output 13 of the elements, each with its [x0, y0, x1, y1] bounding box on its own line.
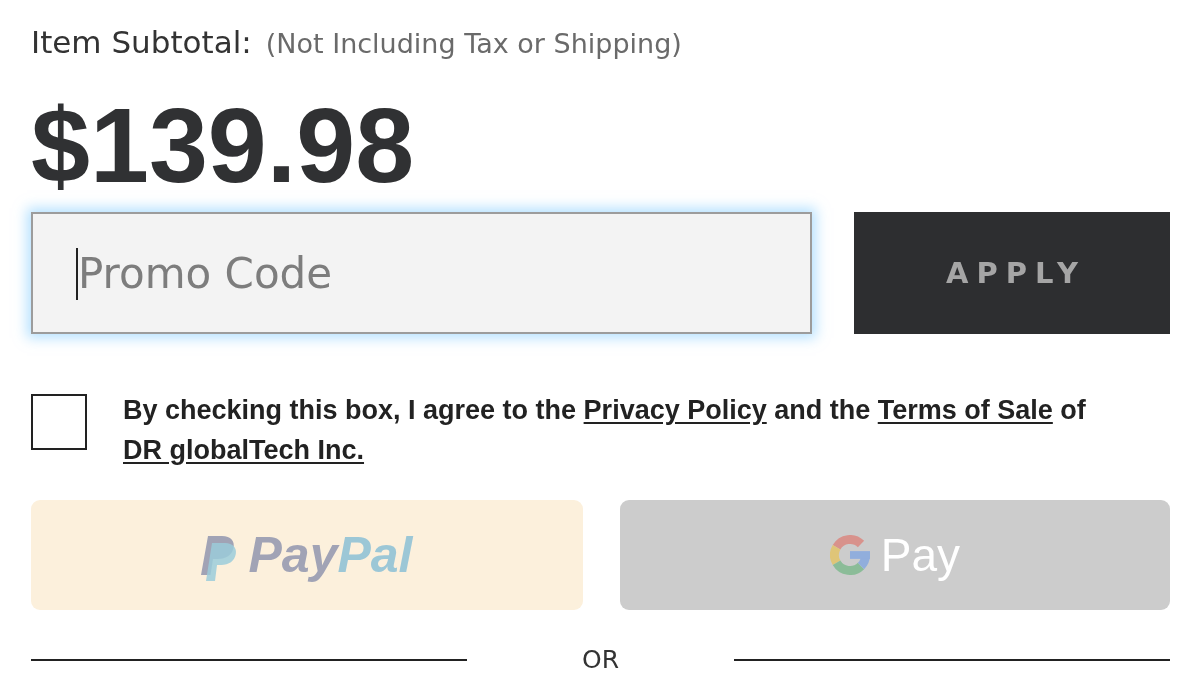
- subtotal-amount: $139.98: [31, 92, 415, 198]
- promo-code-field[interactable]: Promo Code: [31, 212, 812, 334]
- text-link[interactable]: Terms of Sale: [877, 395, 1053, 425]
- p-logo-icon: [201, 535, 238, 581]
- checkbox[interactable]: [31, 394, 87, 450]
- text-link[interactable]: DR globalTech Inc.: [123, 435, 365, 465]
- text-link[interactable]: Privacy Policy: [583, 395, 767, 425]
- apply-button[interactable]: APPLY: [854, 212, 1170, 334]
- g-logo-icon: [829, 535, 870, 575]
- subtotal-label: Item Subtotal:: [31, 24, 252, 60]
- agreement-text: By checking this box, I agree to the Privacy Policy and the Terms of Sale of DR globalTech Inc.: [123, 394, 1087, 467]
- subtotal-note: (Not Including Tax or Shipping): [265, 27, 682, 61]
- divider-label: OR: [581, 646, 620, 674]
